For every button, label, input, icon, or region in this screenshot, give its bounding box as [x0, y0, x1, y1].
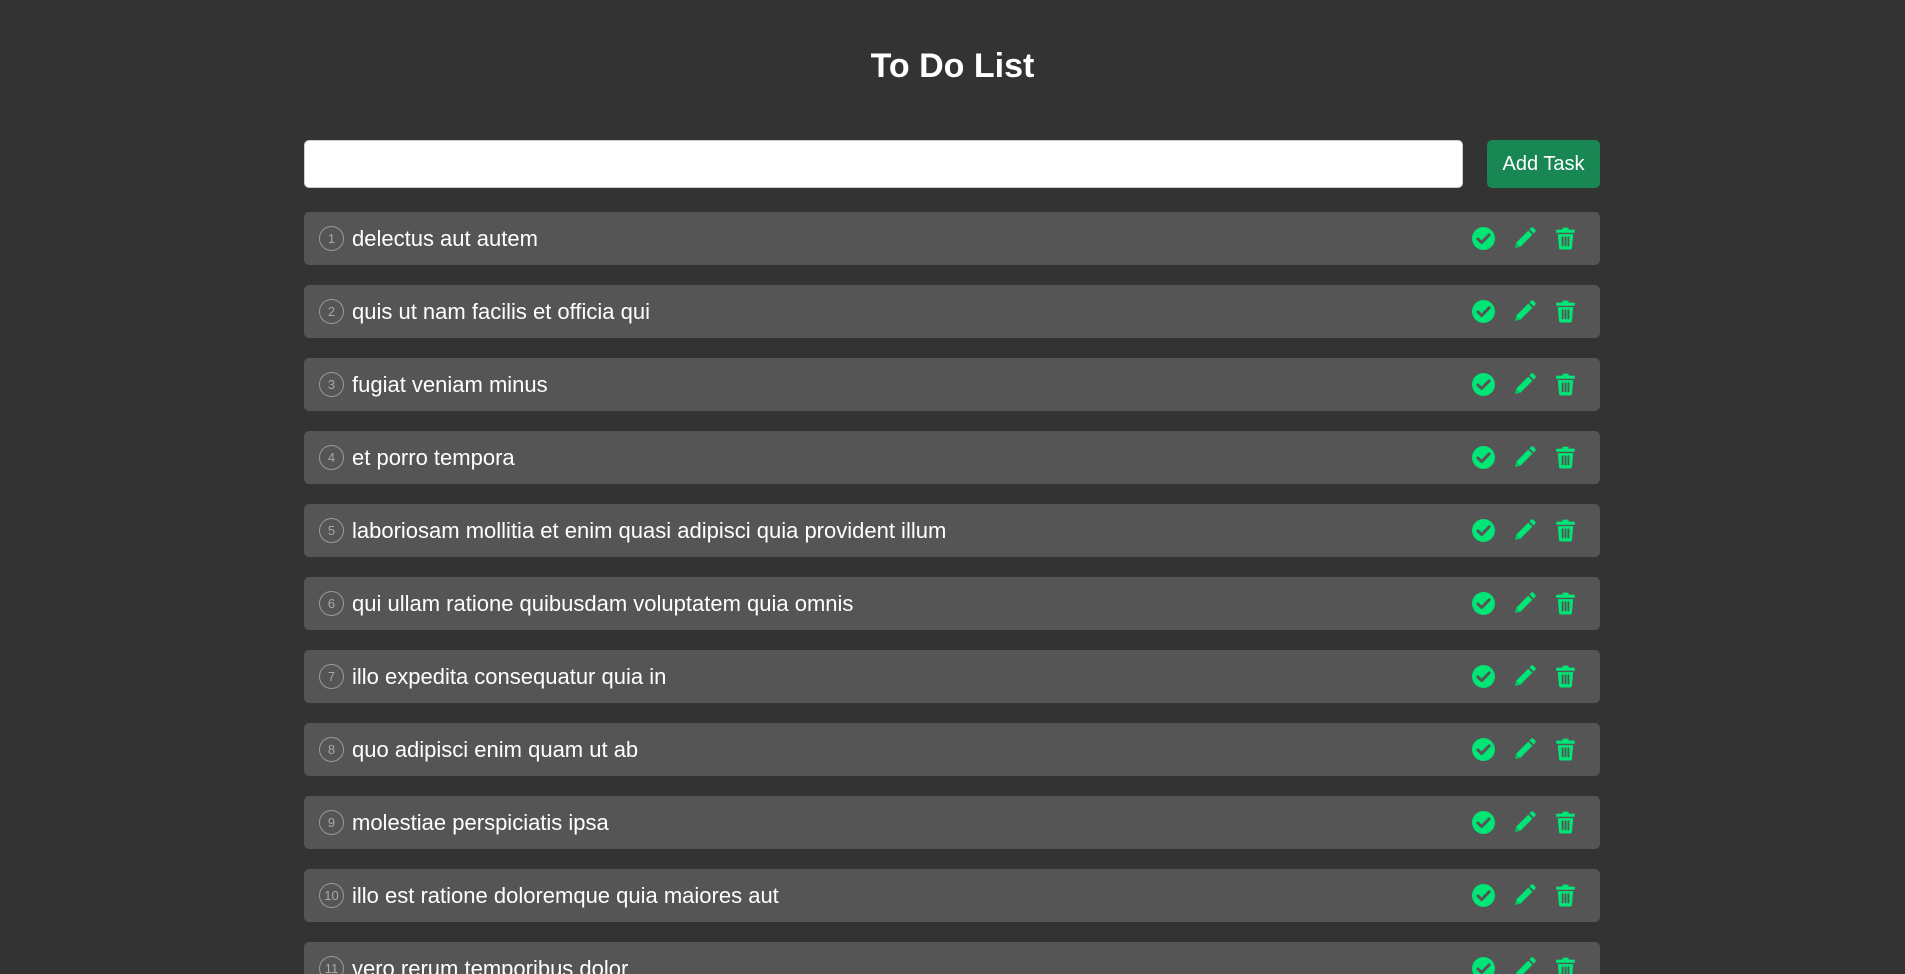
task-item: 1 delectus aut autem — [304, 212, 1600, 265]
pencil-icon[interactable] — [1512, 518, 1537, 543]
check-circle-icon[interactable] — [1471, 591, 1496, 616]
check-circle-icon[interactable] — [1471, 518, 1496, 543]
pencil-icon[interactable] — [1512, 737, 1537, 762]
task-text: laboriosam mollitia et enim quasi adipis… — [352, 518, 947, 543]
trash-icon[interactable] — [1553, 226, 1578, 251]
task-number: 5 — [319, 518, 344, 543]
trash-icon[interactable] — [1553, 737, 1578, 762]
add-task-form: Add Task — [304, 140, 1600, 188]
pencil-icon[interactable] — [1512, 664, 1537, 689]
check-circle-icon[interactable] — [1471, 372, 1496, 397]
task-item: 9 molestiae perspiciatis ipsa — [304, 796, 1600, 849]
task-text: illo est ratione doloremque quia maiores… — [352, 883, 779, 908]
task-actions — [1471, 518, 1578, 543]
check-circle-icon[interactable] — [1471, 445, 1496, 470]
trash-icon[interactable] — [1553, 810, 1578, 835]
todo-page: To Do List Add Task 1 delectus aut autem… — [0, 0, 1905, 974]
trash-icon[interactable] — [1553, 518, 1578, 543]
task-actions — [1471, 810, 1578, 835]
task-actions — [1471, 299, 1578, 324]
task-number: 4 — [319, 445, 344, 470]
task-number: 1 — [319, 226, 344, 251]
check-circle-icon[interactable] — [1471, 737, 1496, 762]
task-item: 6 qui ullam ratione quibusdam voluptatem… — [304, 577, 1600, 630]
task-number: 8 — [319, 737, 344, 762]
task-item: 2 quis ut nam facilis et officia qui — [304, 285, 1600, 338]
task-actions — [1471, 226, 1578, 251]
task-item: 3 fugiat veniam minus — [304, 358, 1600, 411]
task-text: fugiat veniam minus — [352, 372, 548, 397]
task-text: quis ut nam facilis et officia qui — [352, 299, 650, 324]
task-item: 7 illo expedita consequatur quia in — [304, 650, 1600, 703]
task-actions — [1471, 737, 1578, 762]
task-input[interactable] — [304, 140, 1463, 188]
trash-icon[interactable] — [1553, 956, 1578, 974]
task-text: molestiae perspiciatis ipsa — [352, 810, 609, 835]
task-item: 4 et porro tempora — [304, 431, 1600, 484]
task-item: 8 quo adipisci enim quam ut ab — [304, 723, 1600, 776]
check-circle-icon[interactable] — [1471, 664, 1496, 689]
pencil-icon[interactable] — [1512, 883, 1537, 908]
check-circle-icon[interactable] — [1471, 299, 1496, 324]
check-circle-icon[interactable] — [1471, 226, 1496, 251]
check-circle-icon[interactable] — [1471, 810, 1496, 835]
task-actions — [1471, 372, 1578, 397]
task-actions — [1471, 883, 1578, 908]
pencil-icon[interactable] — [1512, 445, 1537, 470]
pencil-icon[interactable] — [1512, 226, 1537, 251]
task-text: quo adipisci enim quam ut ab — [352, 737, 639, 762]
task-actions — [1471, 956, 1578, 974]
task-number: 7 — [319, 664, 344, 689]
task-number: 2 — [319, 299, 344, 324]
task-number: 11 — [319, 956, 344, 974]
task-text: vero rerum temporibus dolor — [352, 956, 629, 974]
task-actions — [1471, 445, 1578, 470]
task-text: qui ullam ratione quibusdam voluptatem q… — [352, 591, 854, 616]
task-number: 10 — [319, 883, 344, 908]
pencil-icon[interactable] — [1512, 810, 1537, 835]
trash-icon[interactable] — [1553, 372, 1578, 397]
task-actions — [1471, 591, 1578, 616]
task-number: 9 — [319, 810, 344, 835]
trash-icon[interactable] — [1553, 299, 1578, 324]
trash-icon[interactable] — [1553, 664, 1578, 689]
page-title: To Do List — [870, 47, 1035, 85]
task-actions — [1471, 664, 1578, 689]
pencil-icon[interactable] — [1512, 372, 1537, 397]
add-task-button[interactable]: Add Task — [1487, 140, 1600, 188]
pencil-icon[interactable] — [1512, 591, 1537, 616]
check-circle-icon[interactable] — [1471, 956, 1496, 974]
task-number: 6 — [319, 591, 344, 616]
task-text: delectus aut autem — [352, 226, 538, 251]
task-text: illo expedita consequatur quia in — [352, 664, 667, 689]
trash-icon[interactable] — [1553, 591, 1578, 616]
trash-icon[interactable] — [1553, 445, 1578, 470]
pencil-icon[interactable] — [1512, 956, 1537, 974]
trash-icon[interactable] — [1553, 883, 1578, 908]
task-text: et porro tempora — [352, 445, 515, 470]
task-item: 10 illo est ratione doloremque quia maio… — [304, 869, 1600, 922]
task-list: 1 delectus aut autem 2 quis ut nam facil… — [304, 212, 1600, 974]
check-circle-icon[interactable] — [1471, 883, 1496, 908]
task-item: 11 vero rerum temporibus dolor — [304, 942, 1600, 974]
task-item: 5 laboriosam mollitia et enim quasi adip… — [304, 504, 1600, 557]
pencil-icon[interactable] — [1512, 299, 1537, 324]
task-number: 3 — [319, 372, 344, 397]
